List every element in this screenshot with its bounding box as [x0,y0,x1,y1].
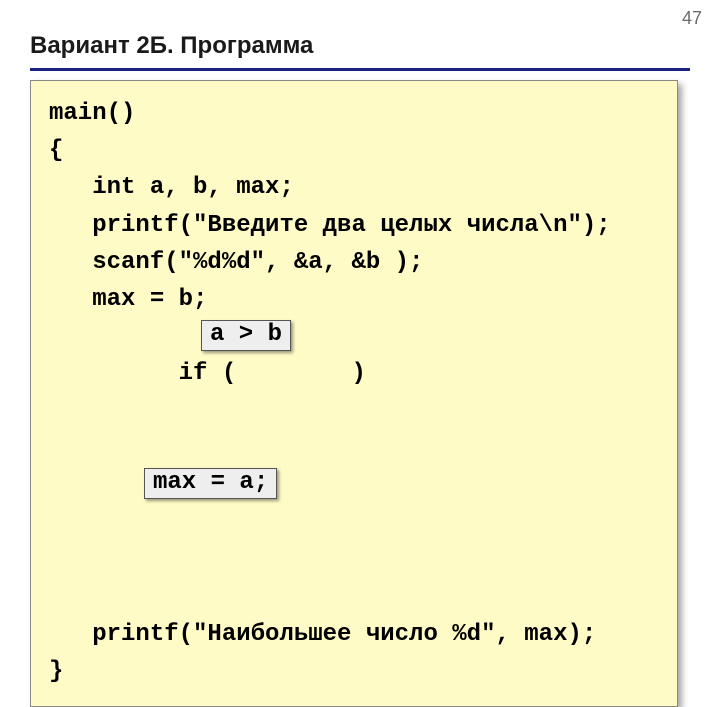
callout-assignment: max = a; [144,468,277,499]
if-text: if ( ) [135,360,365,387]
code-line-if: if ( ) a > b [49,318,665,467]
code-line: scanf("%d%d", &a, &b ); [49,244,665,281]
page-number: 47 [682,8,702,29]
code-line: max = b; [49,281,665,318]
slide-title: Вариант 2Б. Программа [30,32,313,60]
code-line: main() [49,95,665,132]
code-line-assign: max = a; [49,467,665,616]
code-line: printf("Введите два целых числа\n"); [49,207,665,244]
code-line: { [49,132,665,169]
code-line: printf("Наибольшее число %d", max); [49,616,665,653]
code-line: int a, b, max; [49,169,665,206]
code-line: } [49,653,665,690]
title-underline [30,68,690,71]
slide: 47 Вариант 2Б. Программа main() { int a,… [0,0,720,540]
code-box: main() { int a, b, max; printf("Введите … [30,80,678,707]
assign-spacer [135,509,337,536]
callout-condition: a > b [201,320,291,351]
